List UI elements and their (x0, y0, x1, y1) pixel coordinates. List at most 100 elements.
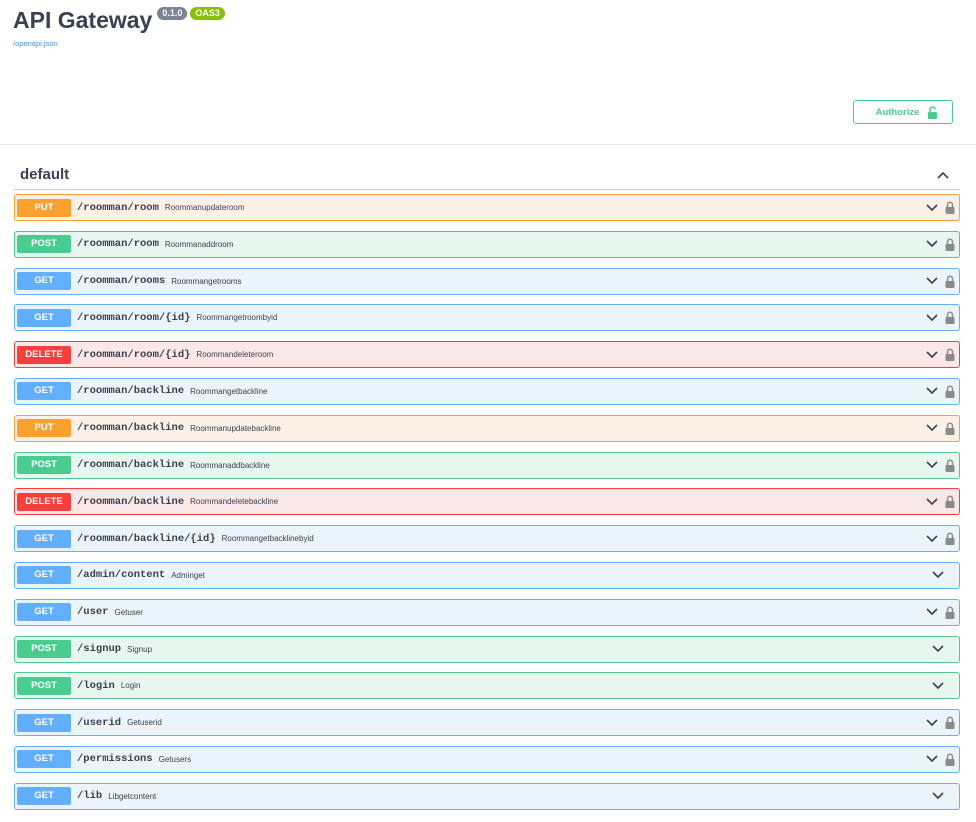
operation-icons (931, 784, 955, 809)
operation-row[interactable]: GET/user Getuser (14, 598, 960, 626)
chevron-down-icon[interactable] (925, 313, 939, 323)
operation-icons (925, 416, 955, 441)
operation-path: /roomman/backline (77, 422, 185, 435)
operation-icons (925, 379, 955, 404)
operation-row[interactable]: GET/roomman/backline/{id} Roommangetbackl… (14, 525, 960, 553)
section-header-default[interactable]: default (14, 160, 960, 190)
operation-path: /signup (77, 643, 122, 656)
method-badge: GET (17, 750, 71, 769)
padlock-icon[interactable] (945, 348, 955, 362)
operation-row[interactable]: GET/roomman/room/{id} Roommangetroombyid (14, 304, 960, 332)
operation-row[interactable]: GET/userid Getuserid (14, 709, 960, 737)
operation-icons (925, 526, 955, 551)
chevron-down-icon[interactable] (925, 497, 939, 507)
operation-path: /lib (77, 790, 103, 803)
operation-summary: Roommandeleteroom (196, 350, 274, 360)
operation-path: /roomman/backline/{id} (77, 532, 216, 545)
oas-badge: OAS3 (190, 7, 225, 20)
operation-row[interactable]: PUT/roomman/room Roommanupdateroom (14, 194, 960, 221)
operation-row[interactable]: DELETE/roomman/room/{id} Roommandeleteroo… (14, 341, 960, 369)
operations-list: PUT/roomman/room Roommanupdateroom POST/ro… (14, 194, 960, 820)
method-badge: POST (17, 235, 71, 254)
operation-path: /userid (77, 716, 122, 729)
method-badge: DELETE (17, 492, 71, 511)
padlock-icon[interactable] (945, 311, 955, 325)
padlock-icon[interactable] (945, 606, 955, 619)
divider (0, 144, 976, 145)
chevron-down-icon[interactable] (925, 276, 939, 286)
operation-summary: Roommangetbackline (190, 386, 268, 396)
operation-summary: Libgetcontent (108, 791, 157, 801)
operation-summary: Roommangetroombyid (196, 313, 278, 323)
openapi-spec-link[interactable]: /openapi.json (13, 39, 225, 48)
method-badge: GET (17, 713, 71, 732)
operation-path: /permissions (77, 753, 153, 766)
operation-row[interactable]: POST/roomman/room Roommanaddroom (14, 230, 960, 258)
method-badge: GET (17, 308, 71, 327)
chevron-down-icon[interactable] (925, 350, 939, 360)
chevron-down-icon[interactable] (925, 423, 939, 433)
padlock-icon[interactable] (945, 385, 955, 398)
operation-row[interactable]: DELETE/roomman/backline Roommandeleteback… (14, 488, 960, 516)
padlock-icon[interactable] (945, 495, 955, 509)
operation-icons (925, 195, 955, 220)
operation-path: /user (77, 606, 109, 619)
authorize-button[interactable]: Authorize (853, 100, 953, 124)
title-row: API Gateway 0.1.0 OAS3 (13, 4, 225, 36)
operation-summary: Roommanaddbackline (190, 460, 270, 470)
chevron-down-icon[interactable] (925, 607, 939, 617)
operation-summary: Getuserid (127, 718, 162, 728)
padlock-icon[interactable] (945, 422, 955, 435)
operation-path: /roomman/backline (77, 459, 185, 472)
operation-summary: Roommanupdateroom (164, 203, 245, 212)
method-badge: GET (17, 529, 71, 548)
padlock-icon[interactable] (945, 753, 955, 766)
chevron-down-icon[interactable] (931, 791, 945, 801)
operation-summary: Roommandeletebackline (190, 497, 279, 507)
operation-row[interactable]: GET/lib Libgetcontent (14, 782, 960, 810)
operation-row[interactable]: POST/login Login (14, 672, 960, 700)
operation-icons (925, 453, 955, 478)
padlock-icon[interactable] (945, 201, 955, 214)
unlocked-padlock-icon (927, 105, 938, 119)
method-badge: GET (17, 272, 71, 291)
operation-row[interactable]: POST/signup Signup (14, 635, 960, 663)
chevron-down-icon[interactable] (925, 718, 939, 728)
operation-row[interactable]: GET/permissions Getusers (14, 745, 960, 773)
operation-row[interactable]: PUT/roomman/backline Roommanupdatebacklin… (14, 414, 960, 442)
method-badge: PUT (17, 419, 71, 438)
method-badge: POST (17, 456, 71, 475)
operation-path: /roomman/backline (77, 495, 185, 508)
operation-path: /login (77, 679, 115, 692)
chevron-down-icon[interactable] (925, 203, 939, 213)
padlock-icon[interactable] (945, 532, 955, 546)
chevron-up-icon[interactable] (936, 170, 950, 180)
operation-icons (925, 269, 955, 294)
operation-path: /roomman/room (77, 201, 159, 214)
version-badge: 0.1.0 (157, 7, 188, 20)
operation-path: /roomman/rooms (77, 275, 166, 288)
operation-row[interactable]: GET/roomman/rooms Roommangetrooms (14, 267, 960, 295)
padlock-icon[interactable] (945, 238, 955, 251)
operation-icons (925, 747, 955, 772)
padlock-icon[interactable] (945, 459, 955, 472)
chevron-down-icon[interactable] (925, 754, 939, 764)
chevron-down-icon[interactable] (931, 570, 945, 580)
operation-summary: Roommanaddroom (164, 239, 234, 249)
operation-icons (925, 305, 955, 330)
chevron-down-icon[interactable] (925, 239, 939, 249)
operation-icons (925, 489, 955, 514)
chevron-down-icon[interactable] (925, 386, 939, 396)
operation-row[interactable]: GET/roomman/backline Roommangetbackline (14, 377, 960, 405)
padlock-icon[interactable] (945, 275, 955, 288)
chevron-down-icon[interactable] (925, 534, 939, 544)
chevron-down-icon[interactable] (931, 681, 945, 691)
chevron-down-icon[interactable] (931, 644, 945, 654)
padlock-icon[interactable] (945, 716, 955, 730)
operation-icons (925, 342, 955, 367)
method-badge: GET (17, 566, 71, 585)
chevron-down-icon[interactable] (925, 460, 939, 470)
operation-row[interactable]: GET/admin/content Adminget (14, 561, 960, 589)
operation-summary: Adminget (171, 570, 206, 580)
operation-row[interactable]: POST/roomman/backline Roommanaddbackline (14, 451, 960, 479)
